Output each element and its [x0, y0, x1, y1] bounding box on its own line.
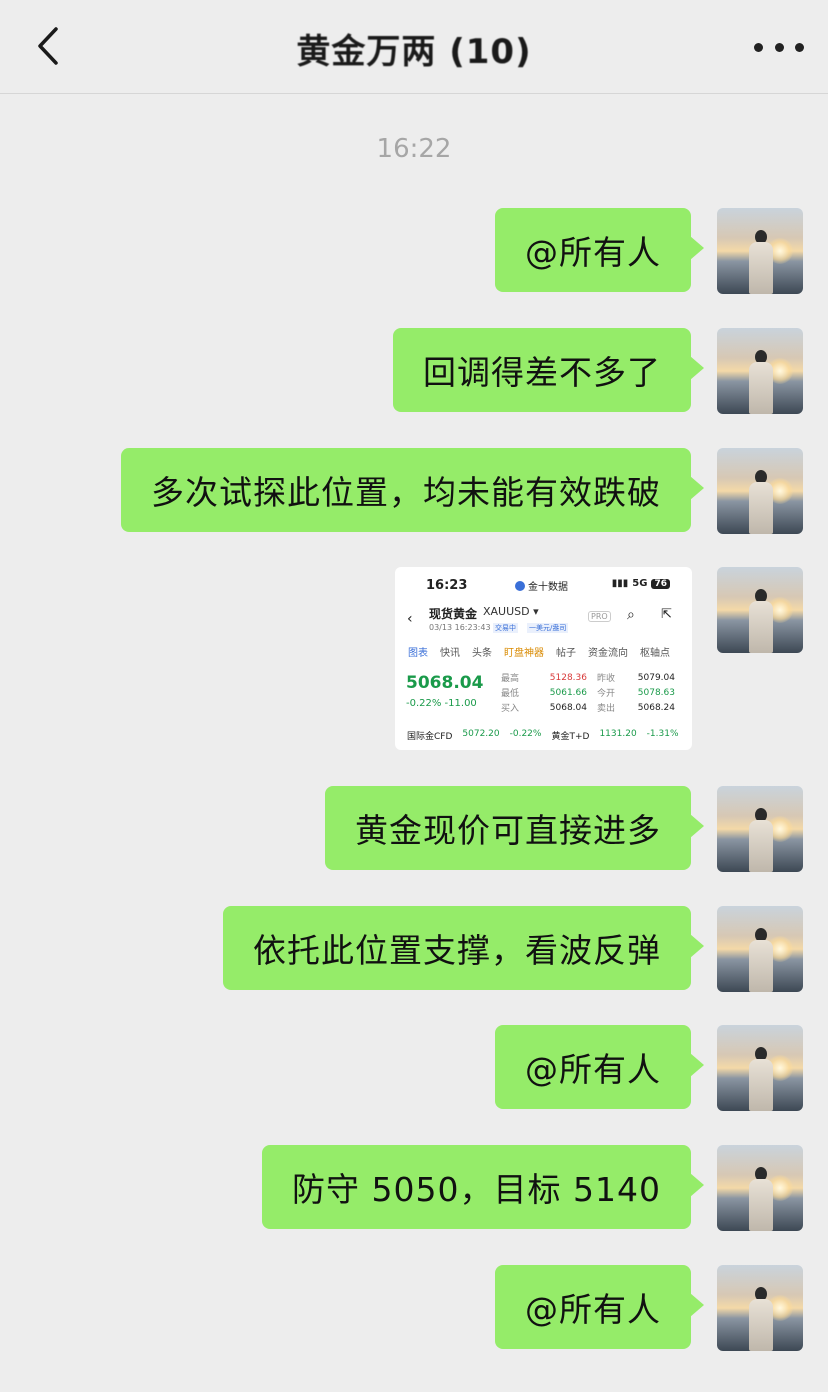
avatar[interactable] [717, 328, 803, 414]
avatar[interactable] [717, 1265, 803, 1351]
avatar[interactable] [717, 786, 803, 872]
quote-row: 最高 5128.36 昨收 5079.04 [501, 672, 675, 685]
message-bubble[interactable]: 依托此位置支撑，看波反弹 [223, 906, 704, 990]
message-bubble[interactable]: 防守 5050，目标 5140 [262, 1145, 704, 1229]
battery-level: 76 [651, 578, 670, 589]
avatar[interactable] [717, 208, 803, 294]
unit-tag: 一美元/盎司 [527, 623, 569, 633]
network-type: 5G [632, 578, 648, 589]
tab-fund-flow: 资金流向 [588, 648, 628, 659]
search-icon: ⌕ [627, 607, 635, 623]
message-row: @所有人 [0, 1025, 828, 1115]
message-row: 防守 5050，目标 5140 [0, 1145, 828, 1235]
tab-news: 快讯 [440, 648, 460, 659]
avatar[interactable] [717, 448, 803, 534]
quote-tabs: 图表 快讯 头条 盯盘神器 帖子 资金流向 枢轴点 [408, 644, 692, 659]
app-name: 金十数据 [528, 582, 568, 593]
message-row: 多次试探此位置，均未能有效跌破 [0, 448, 828, 538]
quote-datetime: 03/13 16:23:43 [429, 623, 491, 632]
more-button[interactable] [754, 32, 804, 62]
signal-bars-icon: ▮▮▮ [611, 578, 629, 589]
current-price: 5068.04 [406, 673, 484, 693]
tab-monitor: 盯盘神器 [504, 648, 544, 659]
quote-row: 最低 5061.66 今开 5078.63 [501, 687, 675, 700]
tab-chart: 图表 [408, 648, 428, 659]
tab-headlines: 头条 [472, 648, 492, 659]
avatar[interactable] [717, 1025, 803, 1111]
more-dots-icon [754, 42, 763, 52]
status-time: 16:23 [426, 578, 468, 593]
quote-grid: 最高 5128.36 昨收 5079.04 最低 5061.66 今开 5078… [501, 670, 683, 715]
message-bubble[interactable]: 回调得差不多了 [393, 328, 704, 412]
share-icon: ⇱ [661, 607, 672, 622]
related-quotes: 国际金CFD 5072.20 -0.22% 黄金T+D 1131.20 -1.3… [407, 729, 679, 742]
message-bubble[interactable]: @所有人 [495, 208, 704, 292]
message-bubble[interactable]: @所有人 [495, 1025, 704, 1109]
instrument-code: XAUUSD ▾ [483, 605, 539, 618]
message-timestamp: 16:22 [376, 134, 452, 164]
message-row: 依托此位置支撑，看波反弹 [0, 906, 828, 996]
message-bubble[interactable]: @所有人 [495, 1265, 704, 1349]
chat-title: 黄金万两 (10) [296, 32, 532, 72]
quote-row: 买入 5068.04 卖出 5068.24 [501, 702, 675, 715]
trading-status-tag: 交易中 [493, 623, 518, 633]
message-row: 黄金现价可直接进多 [0, 786, 828, 876]
pro-badge: PRO [588, 611, 611, 622]
avatar[interactable] [717, 906, 803, 992]
image-message-stock-screenshot[interactable]: 16:23 金十数据 ▮▮▮ 5G 76 ‹ 现货黄金 XAUUSD ▾ 03/13… [395, 567, 692, 750]
message-bubble[interactable]: 多次试探此位置，均未能有效跌破 [121, 448, 704, 532]
app-logo-icon [515, 580, 525, 591]
instrument-name: 现货黄金 [429, 607, 478, 621]
chat-header: 黄金万两 (10) [0, 0, 828, 94]
avatar[interactable] [717, 1145, 803, 1231]
message-row: @所有人 [0, 208, 828, 298]
chevron-left-icon: ‹ [407, 611, 413, 627]
tab-pivot: 枢轴点 [640, 648, 670, 659]
message-bubble[interactable]: 黄金现价可直接进多 [325, 786, 704, 870]
price-change: -0.22% -11.00 [406, 698, 477, 709]
avatar[interactable] [717, 567, 803, 653]
message-row: @所有人 [0, 1265, 828, 1355]
message-row: 回调得差不多了 [0, 328, 828, 418]
tab-posts: 帖子 [556, 648, 576, 659]
